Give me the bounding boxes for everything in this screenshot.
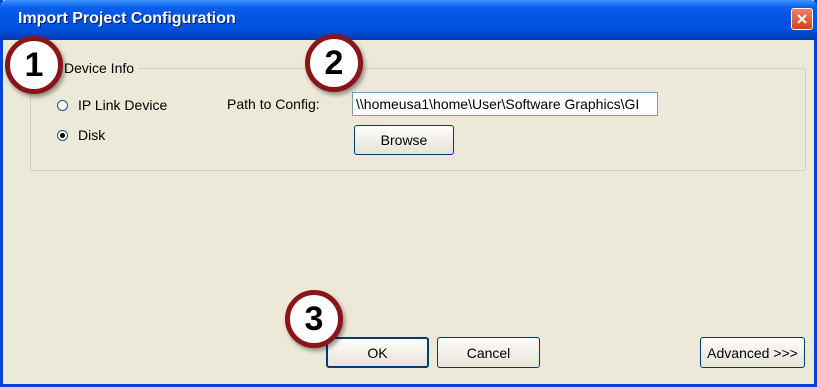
radio-label-disk: Disk [78,127,106,143]
close-button[interactable] [791,8,813,30]
path-to-config-input[interactable]: \\homeusa1\home\User\Software Graphics\G… [352,92,658,116]
title-bar[interactable]: Import Project Configuration [0,0,817,40]
advanced-button[interactable]: Advanced >>> [700,337,805,368]
browse-button[interactable]: Browse [354,125,454,155]
device-info-group [30,68,806,171]
radio-disk[interactable]: Disk [57,127,105,143]
radio-ip-link-device[interactable]: IP Link Device [57,97,167,113]
radio-button-icon[interactable] [57,99,68,111]
callout-badge-2: 2 [305,34,363,92]
import-project-dialog: Import Project Configuration [0,0,817,387]
path-to-config-label: Path to Config: [227,96,320,112]
close-icon [797,14,807,24]
radio-button-selected-icon[interactable] [57,129,68,141]
radio-label-ip-link-device: IP Link Device [78,97,168,113]
dialog-title: Import Project Configuration [18,10,236,27]
cancel-button[interactable]: Cancel [437,337,540,368]
callout-badge-3: 3 [285,290,343,348]
device-info-legend: Device Info [60,60,139,76]
callout-badge-1: 1 [5,36,63,94]
ok-button[interactable]: OK [326,337,429,368]
